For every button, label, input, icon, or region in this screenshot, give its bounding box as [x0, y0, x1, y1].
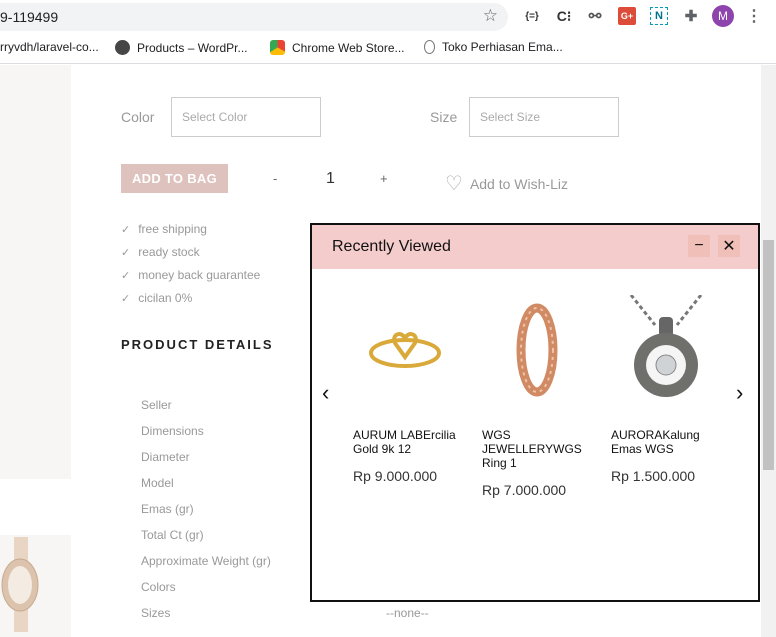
extension-gplus-icon[interactable]: G+ [618, 7, 636, 25]
chrome-webstore-icon [270, 40, 285, 55]
browser-toolbar: 9-119499 ☆ {=} C⁝ ⚯ G+ N ✚ M ⋮ [0, 0, 776, 34]
spec-label: Diameter [141, 450, 190, 464]
check-icon: ✓ [121, 223, 131, 236]
spec-label: Approximate Weight (gr) [141, 554, 271, 568]
product-details-title: PRODUCT DETAILS [121, 337, 274, 352]
spec-label: Seller [141, 398, 172, 412]
heart-icon: ♡ [445, 173, 463, 195]
product-name: AURORAKalung Emas WGS [611, 428, 700, 456]
product-name: AURUM LABErcilia Gold 9k 12 [353, 428, 456, 456]
bookmark-label: Toko Perhiasan Ema... [442, 40, 563, 54]
bookmark-label: Products – WordPr... [137, 40, 248, 55]
extension-n-icon[interactable]: N [650, 7, 668, 25]
extensions-puzzle-icon[interactable]: ✚ [682, 7, 700, 25]
rose-gold-ring-image [516, 303, 558, 397]
spec-label: Total Ct (gr) [141, 528, 204, 542]
product-price: Rp 7.000.000 [482, 482, 567, 498]
wishlist-label: Add to Wish-Liz [469, 175, 568, 192]
recently-viewed-product[interactable]: AURUM LABErcilia Gold 9k 12 Rp 9.000.000 [353, 295, 468, 484]
bookmark-label: rryvdh/laravel-co... [0, 40, 99, 54]
qty-value[interactable]: 1 [326, 170, 335, 188]
extension-c-icon[interactable]: C⁝ [555, 7, 573, 25]
add-to-bag-button[interactable]: ADD TO BAG [121, 164, 228, 193]
product-image-area [0, 65, 71, 479]
bookmark-item[interactable]: Chrome Web Store... [270, 40, 405, 55]
feature-item: ✓ ready stock [121, 245, 200, 259]
carousel-next-arrow-icon[interactable]: › [736, 380, 743, 406]
add-to-wishlist-link[interactable]: ♡ Add to Wish-Liz [445, 171, 568, 196]
spec-label: Model [141, 476, 174, 490]
extension-code-icon[interactable]: {=} [523, 7, 541, 25]
scrollbar-thumb[interactable] [763, 240, 774, 470]
feature-item: ✓ money back guarantee [121, 268, 261, 282]
product-price: Rp 9.000.000 [353, 468, 438, 484]
color-select[interactable]: Select Color [171, 97, 321, 137]
recently-viewed-product[interactable]: WGS JEWELLERYWGS Ring 1 Rp 7.000.000 [482, 295, 597, 498]
wordpress-icon [115, 40, 130, 55]
check-icon: ✓ [121, 292, 131, 305]
page-scrollbar[interactable] [761, 65, 776, 637]
extension-link-icon[interactable]: ⚯ [586, 7, 604, 25]
watch-thumbnail-image[interactable] [0, 537, 44, 632]
check-icon: ✓ [121, 246, 131, 259]
bookmark-item[interactable]: Toko Perhiasan Ema... [424, 40, 563, 54]
carousel-prev-arrow-icon[interactable]: ‹ [322, 380, 329, 406]
spec-label: Sizes [141, 606, 171, 620]
address-bar[interactable]: 9-119499 ☆ [0, 3, 508, 31]
qty-decrease-button[interactable]: - [273, 171, 277, 186]
gold-ring-image [369, 332, 441, 368]
check-icon: ✓ [121, 269, 131, 282]
bookmark-item[interactable]: rryvdh/laravel-co... [0, 40, 99, 54]
bookmarks-bar: rryvdh/laravel-co... Products – WordPr..… [0, 34, 776, 64]
url-text: 9-119499 [0, 9, 59, 25]
spec-label: Emas (gr) [141, 502, 194, 516]
pendant-necklace-image [629, 294, 703, 397]
size-select[interactable]: Select Size [469, 97, 619, 137]
feature-item: ✓ free shipping [121, 222, 207, 236]
recently-viewed-product[interactable]: AURORAKalung Emas WGS Rp 1.500.000 [611, 294, 726, 484]
product-name: WGS JEWELLERYWGS Ring 1 [482, 428, 582, 470]
color-label: Color [121, 109, 155, 125]
jewelry-icon [424, 40, 435, 54]
profile-avatar[interactable]: M [712, 5, 734, 27]
recently-viewed-title: Recently Viewed [332, 238, 451, 255]
product-price: Rp 1.500.000 [611, 468, 696, 484]
size-label: Size [430, 109, 458, 125]
bookmark-star-icon[interactable]: ☆ [483, 6, 498, 26]
sizes-value: --none-- [386, 606, 429, 620]
minimize-button[interactable]: − [688, 235, 710, 257]
recently-viewed-panel: Recently Viewed − ✕ ‹ › AURUM LABErcilia… [310, 223, 760, 602]
bookmark-item[interactable]: Products – WordPr... [115, 40, 248, 55]
feature-item: ✓ cicilan 0% [121, 291, 193, 305]
menu-kebab-icon[interactable]: ⋮ [745, 7, 763, 25]
close-button[interactable]: ✕ [718, 235, 740, 257]
spec-label: Dimensions [141, 424, 204, 438]
spec-label: Colors [141, 580, 176, 594]
qty-increase-button[interactable]: + [380, 171, 388, 186]
recently-viewed-header: Recently Viewed − ✕ [312, 225, 758, 269]
bookmark-label: Chrome Web Store... [292, 40, 405, 55]
